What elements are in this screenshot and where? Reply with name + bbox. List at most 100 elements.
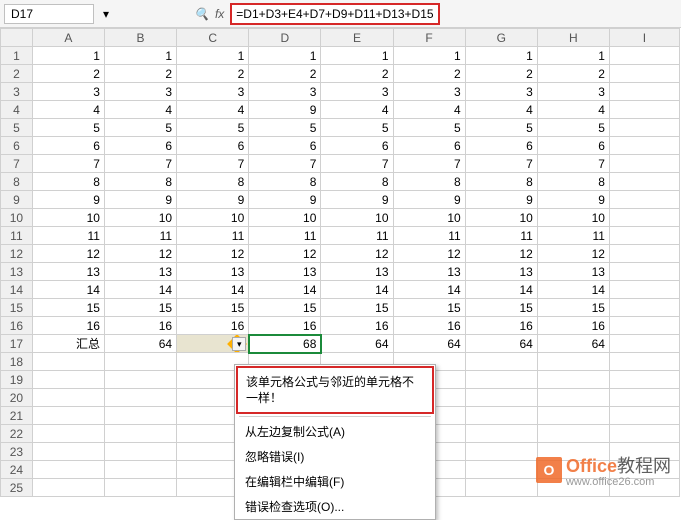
cell-G23[interactable] <box>465 443 537 461</box>
cell-I5[interactable] <box>609 119 679 137</box>
row-header-22[interactable]: 22 <box>1 425 33 443</box>
cell-A4[interactable]: 4 <box>32 101 104 119</box>
cell-I22[interactable] <box>609 425 679 443</box>
cell-E15[interactable]: 15 <box>321 299 393 317</box>
cell-G13[interactable]: 13 <box>465 263 537 281</box>
cell-A9[interactable]: 9 <box>32 191 104 209</box>
cell-C15[interactable]: 15 <box>177 299 249 317</box>
warning-dropdown-icon[interactable]: ▾ <box>232 337 246 351</box>
cell-E4[interactable]: 4 <box>321 101 393 119</box>
cell-A14[interactable]: 14 <box>32 281 104 299</box>
cell-F7[interactable]: 7 <box>393 155 465 173</box>
menu-copy-from-left[interactable]: 从左边复制公式(A) <box>235 419 435 444</box>
cell-F11[interactable]: 11 <box>393 227 465 245</box>
cell-H21[interactable] <box>537 407 609 425</box>
cell-A19[interactable] <box>32 371 104 389</box>
name-box-dropdown-icon[interactable]: ▾ <box>100 7 112 21</box>
cell-G20[interactable] <box>465 389 537 407</box>
menu-ignore-error[interactable]: 忽略错误(I) <box>235 444 435 469</box>
row-header-17[interactable]: 17 <box>1 335 33 353</box>
cell-I1[interactable] <box>609 47 679 65</box>
cell-A18[interactable] <box>32 353 104 371</box>
cell-A20[interactable] <box>32 389 104 407</box>
cell-F6[interactable]: 6 <box>393 137 465 155</box>
column-header-G[interactable]: G <box>465 29 537 47</box>
cell-H14[interactable]: 14 <box>537 281 609 299</box>
cell-F14[interactable]: 14 <box>393 281 465 299</box>
cell-C16[interactable]: 16 <box>177 317 249 335</box>
cell-H6[interactable]: 6 <box>537 137 609 155</box>
cell-C12[interactable]: 12 <box>177 245 249 263</box>
cell-F10[interactable]: 10 <box>393 209 465 227</box>
cell-D3[interactable]: 3 <box>249 83 321 101</box>
cell-D17[interactable]: 68 <box>249 335 321 353</box>
cell-I15[interactable] <box>609 299 679 317</box>
cell-E7[interactable]: 7 <box>321 155 393 173</box>
cell-H1[interactable]: 1 <box>537 47 609 65</box>
cell-D13[interactable]: 13 <box>249 263 321 281</box>
cell-A10[interactable]: 10 <box>32 209 104 227</box>
cell-E17[interactable]: 64 <box>321 335 393 353</box>
cell-E5[interactable]: 5 <box>321 119 393 137</box>
cell-I7[interactable] <box>609 155 679 173</box>
cell-B21[interactable] <box>104 407 176 425</box>
cell-B18[interactable] <box>104 353 176 371</box>
cell-I18[interactable] <box>609 353 679 371</box>
cell-I11[interactable] <box>609 227 679 245</box>
magnifier-icon[interactable]: 🔍 <box>194 7 209 21</box>
cell-B22[interactable] <box>104 425 176 443</box>
cell-C14[interactable]: 14 <box>177 281 249 299</box>
cell-D5[interactable]: 5 <box>249 119 321 137</box>
cell-C8[interactable]: 8 <box>177 173 249 191</box>
cell-G25[interactable] <box>465 479 537 497</box>
cell-D9[interactable]: 9 <box>249 191 321 209</box>
row-header-13[interactable]: 13 <box>1 263 33 281</box>
row-header-10[interactable]: 10 <box>1 209 33 227</box>
cell-F5[interactable]: 5 <box>393 119 465 137</box>
menu-error-options[interactable]: 错误检查选项(O)... <box>235 494 435 519</box>
cell-F13[interactable]: 13 <box>393 263 465 281</box>
cell-G22[interactable] <box>465 425 537 443</box>
column-header-F[interactable]: F <box>393 29 465 47</box>
row-header-2[interactable]: 2 <box>1 65 33 83</box>
cell-G2[interactable]: 2 <box>465 65 537 83</box>
cell-G10[interactable]: 10 <box>465 209 537 227</box>
cell-B14[interactable]: 14 <box>104 281 176 299</box>
cell-F1[interactable]: 1 <box>393 47 465 65</box>
cell-H7[interactable]: 7 <box>537 155 609 173</box>
cell-A23[interactable] <box>32 443 104 461</box>
cell-G5[interactable]: 5 <box>465 119 537 137</box>
cell-I3[interactable] <box>609 83 679 101</box>
menu-edit-in-formula-bar[interactable]: 在编辑栏中编辑(F) <box>235 469 435 494</box>
cell-H12[interactable]: 12 <box>537 245 609 263</box>
row-header-7[interactable]: 7 <box>1 155 33 173</box>
cell-B3[interactable]: 3 <box>104 83 176 101</box>
cell-A16[interactable]: 16 <box>32 317 104 335</box>
cell-A7[interactable]: 7 <box>32 155 104 173</box>
cell-G16[interactable]: 16 <box>465 317 537 335</box>
cell-A6[interactable]: 6 <box>32 137 104 155</box>
cell-H2[interactable]: 2 <box>537 65 609 83</box>
cell-B2[interactable]: 2 <box>104 65 176 83</box>
cell-E6[interactable]: 6 <box>321 137 393 155</box>
cell-A22[interactable] <box>32 425 104 443</box>
cell-H22[interactable] <box>537 425 609 443</box>
cell-F4[interactable]: 4 <box>393 101 465 119</box>
cell-D12[interactable]: 12 <box>249 245 321 263</box>
cell-A17[interactable]: 汇总 <box>32 335 104 353</box>
cell-C1[interactable]: 1 <box>177 47 249 65</box>
cell-I17[interactable] <box>609 335 679 353</box>
cell-I19[interactable] <box>609 371 679 389</box>
cell-B1[interactable]: 1 <box>104 47 176 65</box>
cell-D4[interactable]: 9 <box>249 101 321 119</box>
cell-G1[interactable]: 1 <box>465 47 537 65</box>
row-header-9[interactable]: 9 <box>1 191 33 209</box>
cell-B24[interactable] <box>104 461 176 479</box>
cell-A2[interactable]: 2 <box>32 65 104 83</box>
cell-B7[interactable]: 7 <box>104 155 176 173</box>
cell-G18[interactable] <box>465 353 537 371</box>
cell-D14[interactable]: 14 <box>249 281 321 299</box>
cell-B17[interactable]: 64 <box>104 335 176 353</box>
cell-C10[interactable]: 10 <box>177 209 249 227</box>
cell-H3[interactable]: 3 <box>537 83 609 101</box>
